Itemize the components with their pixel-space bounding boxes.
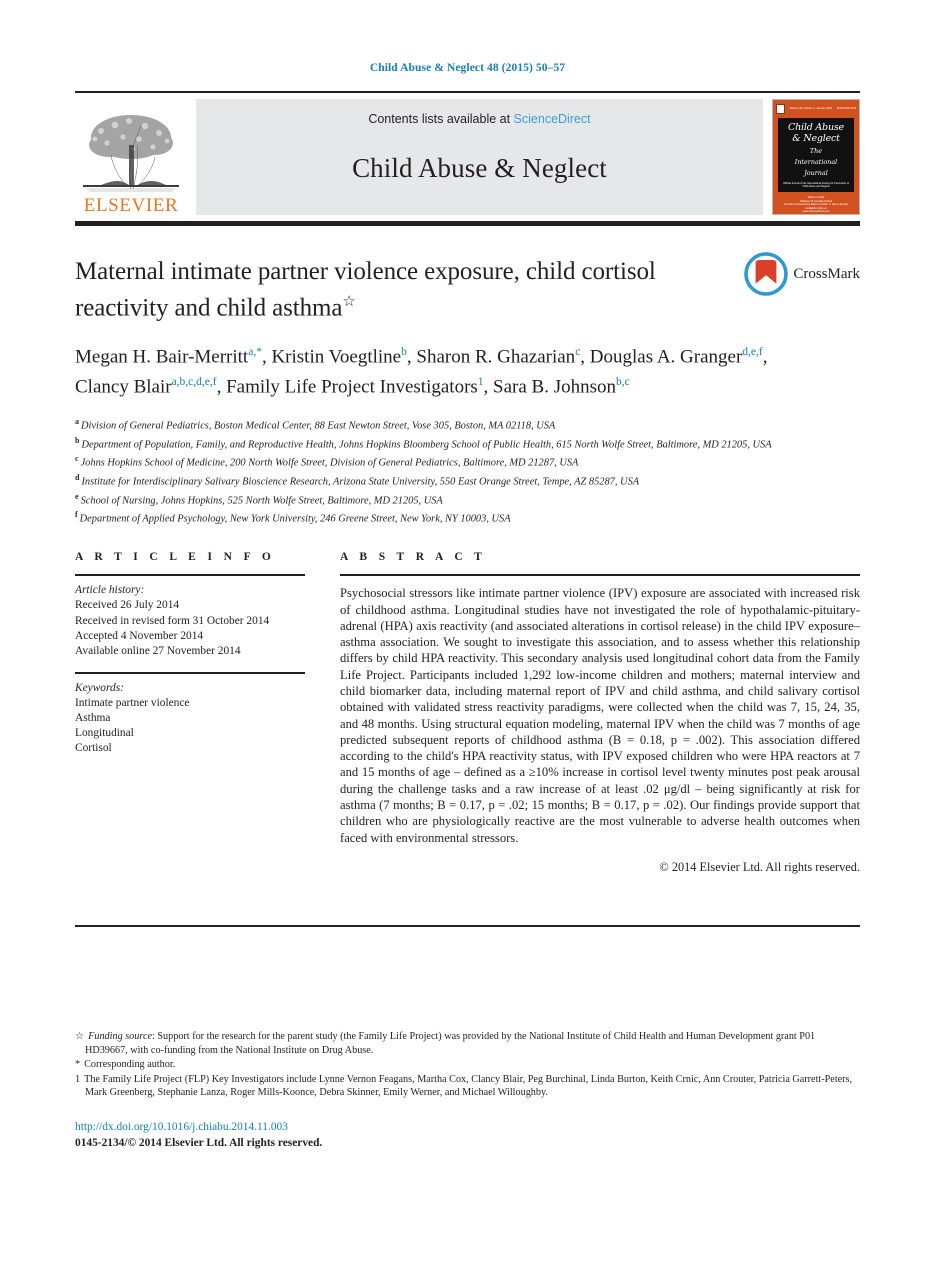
author-affiliation-marker: a,b,c,d,e,f — [171, 375, 217, 388]
cover-bottom-block: Editor-in-Chief Kathleen M. Kendall-Tack… — [773, 196, 859, 215]
title-block: CrossMark Maternal intimate partner viol… — [75, 252, 860, 399]
abstract-rule — [340, 574, 860, 577]
author-name[interactable]: Family Life Project Investigators — [226, 376, 478, 397]
affiliation-list: a Division of General Pediatrics, Boston … — [75, 415, 860, 527]
footnote-item: * Corresponding author. — [75, 1059, 176, 1071]
author-name[interactable]: Douglas A. Granger — [590, 347, 743, 368]
cover-subtitle-line2: International — [794, 158, 838, 167]
cover-topbar: Volume 48, Number 1, January 2015 ISSN 0… — [773, 100, 859, 117]
author-affiliation-marker: b — [401, 346, 407, 359]
author-affiliation-marker: c — [575, 346, 581, 359]
author-affiliation-marker: a,* — [248, 346, 262, 359]
keyword-item[interactable]: Longitudinal — [75, 726, 305, 741]
cover-title-line1: Child Abuse — [788, 122, 844, 133]
article-history-item: Received in revised form 31 October 2014 — [75, 614, 270, 627]
elsevier-wordmark: ELSEVIER — [83, 195, 179, 216]
contents-lists-line: Contents lists available at ScienceDirec… — [368, 112, 590, 126]
contents-prefix: Contents lists available at — [368, 112, 514, 126]
affiliation-entry: e School of Nursing, Johns Hopkins, 525 N… — [75, 491, 443, 507]
author-affiliation-marker: b,c — [616, 375, 630, 388]
keywords-label: Keywords: — [75, 681, 124, 694]
info-abstract-columns: A R T I C L E I N F O Article history: R… — [75, 551, 860, 875]
footnote-marker: * — [75, 1059, 81, 1071]
footnote-separator-rule — [75, 925, 860, 928]
elsevier-tree-icon — [79, 109, 183, 195]
cover-title-line2: & Neglect — [792, 132, 840, 144]
author-name[interactable]: Sharon R. Ghazarian — [416, 347, 575, 368]
article-history-item: Received 26 July 2014 — [75, 599, 180, 612]
sciencedirect-link[interactable]: ScienceDirect — [514, 112, 591, 126]
crossmark-icon — [744, 252, 789, 296]
article-info-heading: A R T I C L E I N F O — [75, 551, 276, 564]
affiliation-marker: a — [75, 416, 79, 426]
keyword-lines: Intimate partner violence Asthma Longitudi… — [75, 696, 305, 757]
page-title: Maternal intimate partner violence expos… — [75, 256, 690, 323]
sciencedirect-banner: Contents lists available at ScienceDirec… — [196, 99, 763, 215]
issn-copyright-line: 0145-2134/© 2014 Elsevier Ltd. All right… — [75, 1136, 323, 1149]
keyword-item[interactable]: Asthma — [75, 711, 305, 726]
cover-sciencedirect-line: ScienceDirect — [773, 214, 859, 215]
article-history-block: Article history: Received 26 July 2014 Re… — [75, 583, 305, 659]
author-list: Megan H. Bair-Merritta,*, Kristin Voegtl… — [75, 346, 768, 397]
doi-copyright-block: http://dx.doi.org/10.1016/j.chiabu.2014.… — [75, 1120, 322, 1151]
cover-issn-line: ISSN 0145-2134 — [836, 107, 856, 110]
article-history-item: Accepted 4 November 2014 — [75, 629, 204, 642]
keywords-rule — [75, 672, 305, 674]
cover-society-line: Official Journal of the International So… — [783, 181, 849, 189]
crossmark-badge[interactable]: CrossMark — [744, 252, 860, 296]
footnote-block: ☆ Funding source: Support for the researc… — [75, 1030, 860, 1101]
keyword-item[interactable]: Intimate partner violence — [75, 696, 305, 711]
doi-link[interactable]: http://dx.doi.org/10.1016/j.chiabu.2014.… — [75, 1120, 322, 1136]
cover-volume-line: Volume 48, Number 1, January 2015 — [789, 107, 833, 110]
article-first-page: Child Abuse & Neglect 48 (2015) 50–57 EL… — [0, 0, 935, 1266]
title-footnote-marker: ☆ — [342, 294, 356, 310]
author-name[interactable]: Sara B. Johnson — [493, 376, 616, 397]
article-history-label: Article history: — [75, 584, 145, 597]
affiliation-marker: e — [75, 491, 79, 501]
author-affiliation-marker: 1 — [477, 375, 484, 388]
affiliation-marker: b — [75, 435, 80, 445]
affiliation-marker: d — [75, 473, 80, 482]
abstract-text: Psychosocial stressors like intimate par… — [340, 586, 860, 845]
cover-panel: Child Abuse & Neglect The International … — [778, 118, 854, 192]
abstract-copyright: © 2014 Elsevier Ltd. All rights reserved… — [659, 859, 860, 874]
affiliation-entry: b Department of Population, Family, and R… — [75, 435, 772, 451]
article-title-text: Maternal intimate partner violence expos… — [75, 258, 656, 322]
keywords-block: Keywords: Intimate partner violence Asthm… — [75, 681, 305, 757]
footnote-item: ☆ Funding source: Support for the researc… — [75, 1031, 816, 1056]
footnote-marker: ☆ — [75, 1031, 85, 1042]
article-info-column: A R T I C L E I N F O Article history: R… — [75, 551, 305, 757]
affiliation-entry: d Institute for Interdisciplinary Salivar… — [75, 473, 640, 488]
elsevier-logo: ELSEVIER — [75, 99, 187, 215]
abstract-column: A B S T R A C T Psychosocial stressors l… — [340, 551, 860, 875]
journal-cover-thumbnail[interactable]: Volume 48, Number 1, January 2015 ISSN 0… — [772, 99, 860, 215]
footnote-item: 1 The Family Life Project (FLP) Key Inves… — [75, 1073, 853, 1099]
journal-masthead: ELSEVIER Contents lists available at Sci… — [75, 91, 860, 215]
cover-elsevier-icon — [776, 103, 785, 114]
author-name[interactable]: Kristin Voegtline — [271, 347, 401, 368]
footnote-lead: Funding source — [88, 1031, 152, 1042]
affiliation-marker: c — [75, 454, 79, 464]
footnote-marker: 1 — [75, 1073, 81, 1085]
journal-title: Child Abuse & Neglect — [352, 153, 607, 183]
journal-running-head: Child Abuse & Neglect 48 (2015) 50–57 — [369, 62, 566, 74]
author-name[interactable]: Megan H. Bair-Merritt — [75, 347, 248, 368]
affiliation-entry: c Johns Hopkins School of Medicine, 200 N… — [75, 454, 579, 469]
article-history-item: Available online 27 November 2014 — [75, 645, 241, 658]
crossmark-label: CrossMark — [793, 265, 860, 282]
author-affiliation-marker: d,e,f — [742, 346, 763, 359]
article-info-rule — [75, 574, 305, 577]
affiliation-entry: f Department of Applied Psychology, New Y… — [75, 510, 511, 525]
affiliation-entry: a Division of General Pediatrics, Boston … — [75, 416, 556, 432]
cover-subtitle-line3: Journal — [804, 169, 828, 178]
keyword-item[interactable]: Cortisol — [75, 741, 305, 756]
article-history-lines: Received 26 July 2014 Received in revised… — [75, 598, 305, 659]
author-name[interactable]: Clancy Blair — [75, 376, 172, 397]
abstract-heading: A B S T R A C T — [340, 551, 487, 564]
affiliation-marker: f — [75, 510, 78, 520]
cover-subtitle-line1: The — [809, 147, 823, 155]
masthead-bottom-rule — [75, 221, 860, 226]
